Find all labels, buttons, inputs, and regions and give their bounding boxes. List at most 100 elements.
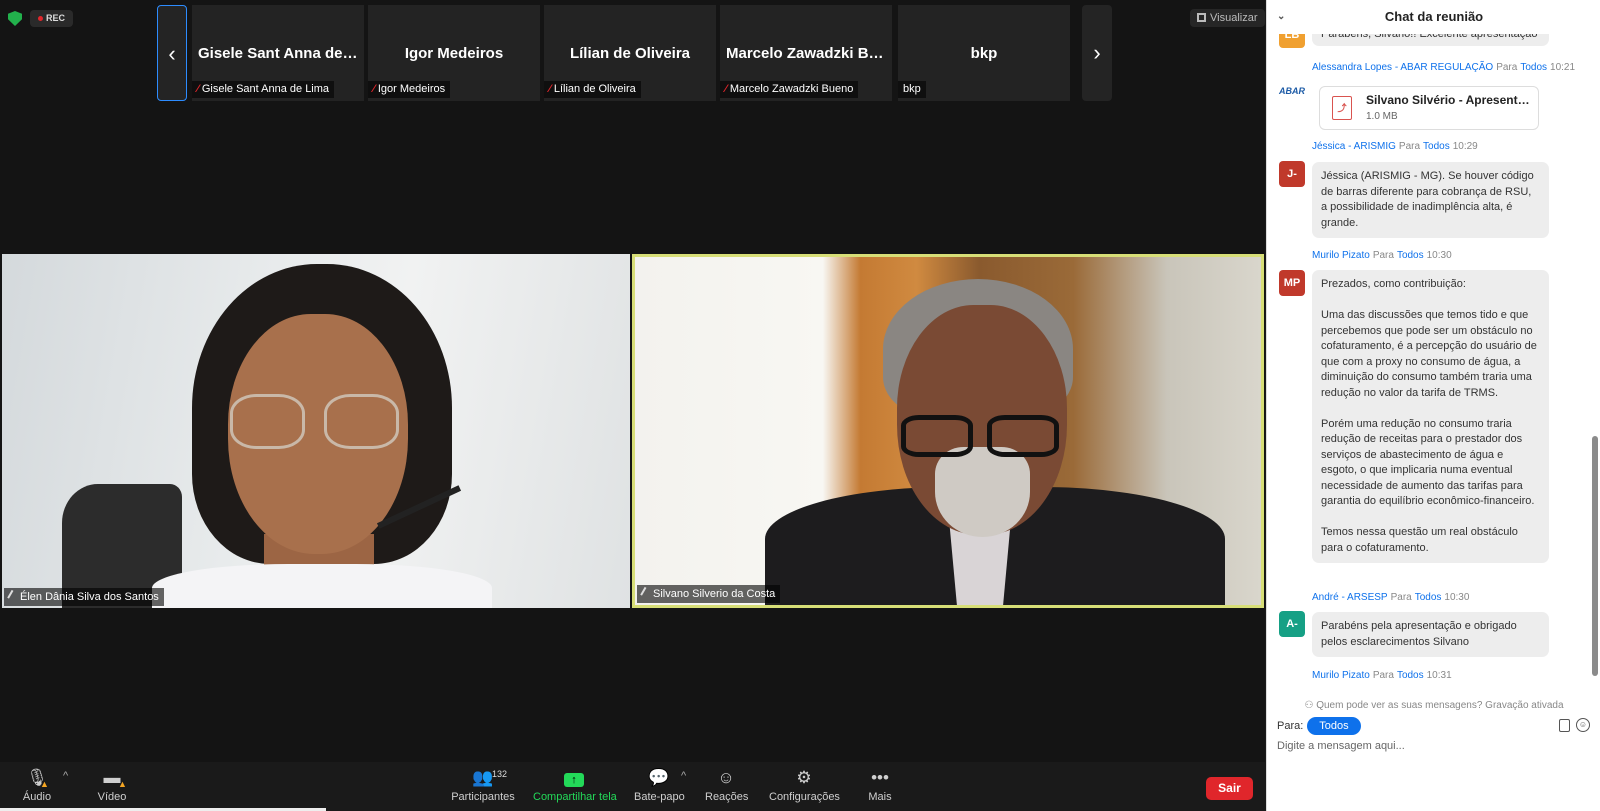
to-word: Para — [1372, 250, 1394, 261]
smiley-icon: ☺ — [717, 768, 735, 787]
grid-icon — [1197, 13, 1206, 22]
thumbnail-label: ⁄ Marcelo Zawadzki Bueno — [720, 81, 859, 98]
chat-message-meta: André - ARSESP Para Todos 10:30 — [1312, 592, 1469, 603]
chat-title: Chat da reunião — [1384, 9, 1484, 24]
mic-muted-icon: ⁄ — [373, 83, 375, 95]
warning-icon: ▲ — [40, 779, 49, 789]
chat-label: Bate-papo — [634, 791, 685, 803]
message-time: 10:30 — [1444, 592, 1470, 603]
thumbnail-name: Igor Medeiros — [404, 45, 504, 62]
thumbnail-name: Gisele Sant Anna de Li... — [198, 45, 364, 62]
thumbnail-label-text: Lílian de Oliveira — [553, 83, 636, 95]
recipient-selector: Para: Todos — [1277, 717, 1361, 735]
thumbnail-marcelo[interactable]: Marcelo Zawadzki Bue... ⁄ Marcelo Zawadzk… — [720, 5, 892, 101]
file-name: Silvano Silvério - Apresentação — [1366, 93, 1534, 107]
message-time: 10:29 — [1452, 141, 1478, 152]
chat-options-caret[interactable]: ^ — [681, 770, 686, 782]
to-label: Para: — [1277, 720, 1304, 732]
sender-name[interactable]: Murilo Pizato — [1312, 670, 1370, 681]
share-label: Compartilhar tela — [533, 791, 617, 803]
sender-name[interactable]: Murilo Pizato — [1312, 250, 1370, 261]
recipient-dropdown[interactable]: Todos — [1307, 717, 1361, 735]
audio-button[interactable]: 🎙 ▲ Áudio — [22, 768, 52, 803]
emoji-icon[interactable]: ☺ — [1576, 718, 1590, 732]
encryption-shield-icon[interactable] — [8, 11, 22, 26]
participants-button[interactable]: 👥 132 Participantes — [450, 768, 516, 803]
thumbnails-next-button[interactable]: › — [1082, 5, 1112, 101]
video-button[interactable]: ▬ ▲ Vídeo — [94, 768, 130, 803]
video-tile-elen[interactable]: Élen Dânia Silva dos Santos — [2, 254, 630, 608]
video-name-text: Silvano Silverio da Costa — [653, 588, 776, 600]
glasses-lens — [987, 415, 1059, 457]
mic-muted-icon: ⁄ — [549, 83, 551, 95]
video-name-label: Élen Dânia Silva dos Santos — [4, 588, 164, 606]
more-label: Mais — [868, 791, 892, 803]
privacy-notice[interactable]: ⚇ Quem pode ver as suas mensagens? Grava… — [1267, 700, 1600, 711]
more-dots-icon: ••• — [871, 768, 889, 787]
reactions-button[interactable]: ☺ Reações — [705, 768, 749, 803]
thumbnail-label-text: Igor Medeiros — [377, 83, 446, 95]
file-icon[interactable] — [1559, 719, 1570, 732]
thumbnail-name: Marcelo Zawadzki Bue... — [726, 45, 892, 62]
video-name-text: Élen Dânia Silva dos Santos — [20, 591, 159, 603]
sender-name[interactable]: Jéssica - ARISMIG — [1312, 141, 1396, 152]
recipient: Todos — [1414, 592, 1442, 603]
file-size: 1.0 MB — [1366, 111, 1398, 122]
to-word: Para — [1496, 62, 1518, 73]
abar-logo: ABAR — [1279, 86, 1305, 96]
thumbnail-label-text: Gisele Sant Anna de Lima — [201, 83, 330, 95]
chat-scrollbar[interactable] — [1592, 436, 1598, 676]
video-tile-silvano[interactable]: Silvano Silverio da Costa — [632, 254, 1264, 608]
thumbnail-igor[interactable]: Igor Medeiros ⁄ Igor Medeiros — [368, 5, 540, 101]
view-label: Visualizar — [1210, 12, 1258, 24]
thumbnail-lilian[interactable]: Lílian de Oliveira ⁄ Lílian de Oliveira — [544, 5, 716, 101]
file-attachment[interactable]: ⤴ Silvano Silvério - Apresentação 1.0 MB — [1319, 86, 1539, 130]
thumbnail-label: ⁄ Igor Medeiros — [368, 81, 451, 98]
message-time: 10:30 — [1426, 250, 1452, 261]
glasses-lens — [324, 394, 399, 449]
meeting-toolbar: 🎙 ▲ Áudio ^ ▬ ▲ Vídeo 👥 132 Participantes ↑… — [0, 762, 1265, 811]
settings-button[interactable]: ⚙ Configurações — [769, 768, 840, 803]
thumbnail-name: bkp — [970, 45, 998, 62]
to-word: Para — [1372, 670, 1394, 681]
thumbnail-gisele[interactable]: Gisele Sant Anna de Li... ⁄ Gisele Sant A… — [192, 5, 364, 101]
share-screen-button[interactable]: ↑ Compartilhar tela — [533, 768, 617, 803]
camera-icon: ▬ ▲ — [94, 768, 130, 789]
leave-button[interactable]: Sair — [1206, 777, 1253, 800]
thumbnail-label-text: Marcelo Zawadzki Bueno — [729, 83, 854, 95]
thumbnail-bkp[interactable]: bkp bkp — [898, 5, 1070, 101]
mic-muted-icon: ⁄ — [725, 83, 727, 95]
warning-icon: ▲ — [118, 779, 127, 789]
chat-message-input[interactable] — [1277, 736, 1587, 756]
reactions-label: Reações — [705, 791, 749, 803]
settings-label: Configurações — [769, 791, 840, 803]
chat-message-meta: Murilo Pizato Para Todos 10:31 — [1312, 670, 1452, 681]
more-button[interactable]: ••• Mais — [866, 768, 894, 803]
sender-name[interactable]: Alessandra Lopes - ABAR REGULAÇÃO — [1312, 62, 1493, 73]
recording-indicator[interactable]: REC — [30, 10, 74, 27]
chevron-down-icon[interactable]: ⌄ — [1277, 0, 1285, 34]
glasses-lens — [230, 394, 305, 449]
pdf-icon: ⤴ — [1332, 96, 1352, 120]
chat-message-meta: Alessandra Lopes - ABAR REGULAÇÃO Para Tod… — [1312, 62, 1575, 73]
pin-icon — [7, 589, 18, 602]
person-icon: ⚇ — [1304, 700, 1317, 711]
audio-options-caret[interactable]: ^ — [63, 770, 68, 782]
chat-button[interactable]: 💬 Bate-papo — [634, 768, 685, 803]
gear-icon: ⚙ — [796, 768, 812, 787]
participant-shirt — [152, 564, 492, 608]
thumbnail-name: Lílian de Oliveira — [569, 45, 691, 62]
view-button[interactable]: Visualizar — [1190, 9, 1265, 27]
avatar: A- — [1279, 611, 1305, 637]
chat-message-meta: Jéssica - ARISMIG Para Todos 10:29 — [1312, 141, 1478, 152]
sender-name[interactable]: André - ARSESP — [1312, 592, 1388, 603]
chat-icon: 💬 — [648, 768, 670, 787]
thumbnail-label: ⁄ Lílian de Oliveira — [544, 81, 641, 98]
microphone-icon: 🎙 ▲ — [22, 768, 52, 789]
chat-message-meta: Murilo Pizato Para Todos 10:30 — [1312, 250, 1452, 261]
thumbnails-prev-button[interactable]: ‹ — [157, 5, 187, 101]
thumbnail-label-text: bkp — [903, 83, 921, 95]
rec-label: REC — [46, 13, 66, 23]
chat-message-bubble: Prezados, como contribuição: Uma das dis… — [1312, 270, 1549, 563]
recipient: Todos — [1396, 250, 1424, 261]
